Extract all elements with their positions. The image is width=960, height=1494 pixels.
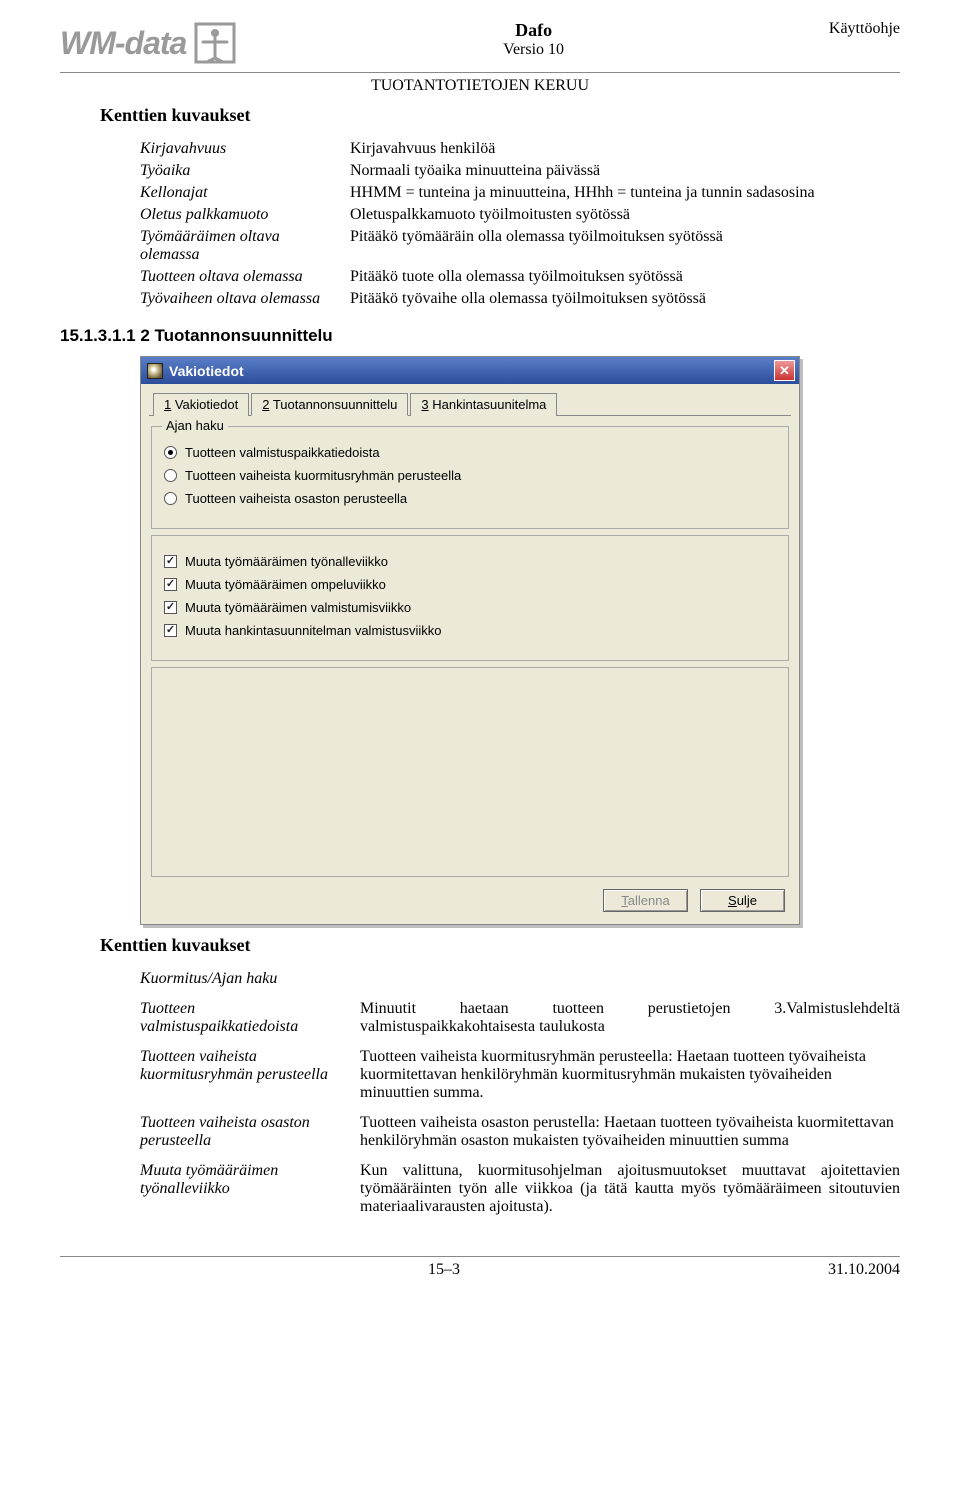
- defs1-desc-2: HHMM = tunteina ja minuutteina, HHhh = t…: [350, 184, 900, 202]
- checkbox-1[interactable]: [164, 578, 177, 591]
- tab-0-label: Vakiotiedot: [171, 397, 238, 412]
- defs2-term-2: Tuotteen vaiheista osaston perusteella: [140, 1114, 350, 1150]
- close-button[interactable]: ✕: [774, 360, 795, 381]
- check-row-2[interactable]: Muuta työmääräimen valmistumisviikko: [164, 600, 776, 615]
- doc-version: Versio 10: [503, 41, 564, 59]
- radio-row-1[interactable]: Tuotteen vaiheista kuormitusryhmän perus…: [164, 468, 776, 483]
- defs2-term-0: Tuotteen valmistuspaikkatiedoista: [140, 1000, 350, 1036]
- footer-center: 15–3: [428, 1261, 460, 1279]
- defs1-term-0: Kirjavahvuus: [140, 140, 340, 158]
- section-heading-2: Kenttien kuvaukset: [100, 935, 900, 956]
- close-mnemonic: S: [728, 893, 737, 908]
- page-footer: 15–3 31.10.2004: [60, 1256, 900, 1279]
- definitions-table-2: Kuormitus/Ajan haku Tuotteen valmistuspa…: [140, 970, 900, 1216]
- checkbox-3[interactable]: [164, 624, 177, 637]
- defs1-term-4: Työmääräimen oltava olemassa: [140, 228, 340, 264]
- radio-label-1: Tuotteen vaiheista kuormitusryhmän perus…: [185, 468, 461, 483]
- defs1-desc-0: Kirjavahvuus henkilöä: [350, 140, 900, 158]
- empty-panel: [151, 667, 789, 877]
- dialog-window: Vakiotiedot ✕ 1 Vakiotiedot2 Tuotannonsu…: [140, 356, 800, 925]
- close-label-rest: ulje: [737, 893, 757, 908]
- defs2-desc-3: Kun valittuna, kuormitusohjelman ajoitus…: [360, 1162, 900, 1216]
- button-row: Tallenna Sulje: [149, 879, 791, 914]
- tab-1[interactable]: 2 Tuotannonsuunnittelu: [251, 393, 408, 416]
- defs1-term-1: Työaika: [140, 162, 340, 180]
- logo-icon: [192, 20, 238, 66]
- close-dialog-button[interactable]: Sulje: [700, 889, 785, 912]
- defs2-term-1: Tuotteen vaiheista kuormitusryhmän perus…: [140, 1048, 350, 1102]
- radio-row-0[interactable]: Tuotteen valmistuspaikkatiedoista: [164, 445, 776, 460]
- radio-0[interactable]: [164, 446, 177, 459]
- defs1-desc-6: Pitääkö työvaihe olla olemassa työilmoit…: [350, 290, 900, 308]
- tab-1-label: Tuotannonsuunnittelu: [269, 397, 397, 412]
- checkbox-group: Muuta työmääräimen työnalleviikko Muuta t…: [151, 535, 789, 661]
- ajan-haku-group: Ajan haku Tuotteen valmistuspaikkatiedoi…: [151, 426, 789, 529]
- tab-bar: 1 Vakiotiedot2 Tuotannonsuunnittelu3 Han…: [149, 392, 791, 416]
- defs2-header: Kuormitus/Ajan haku: [140, 970, 350, 988]
- tab-2-label: Hankintasuunitelma: [429, 397, 547, 412]
- titlebar: Vakiotiedot ✕: [141, 357, 799, 384]
- group-title: Ajan haku: [162, 418, 228, 433]
- sub-header: TUOTANTOTIETOJEN KERUU: [60, 77, 900, 95]
- section-heading-1: Kenttien kuvaukset: [100, 105, 900, 126]
- defs2-desc-2: Tuotteen vaiheista osaston perustella: H…: [360, 1114, 900, 1150]
- sub-section-label: 15.1.3.1.1 2 Tuotannonsuunnittelu: [60, 326, 900, 346]
- defs1-desc-3: Oletuspalkkamuoto työilmoitusten syötöss…: [350, 206, 900, 224]
- defs1-term-3: Oletus palkkamuoto: [140, 206, 340, 224]
- defs1-term-5: Tuotteen oltava olemassa: [140, 268, 340, 286]
- checkbox-label-3: Muuta hankintasuunnitelman valmistusviik…: [185, 623, 442, 638]
- tab-2-mnemonic: 3: [421, 397, 428, 412]
- doc-title-block: Dafo Versio 10: [503, 20, 564, 59]
- header-rule: [60, 72, 900, 73]
- check-row-0[interactable]: Muuta työmääräimen työnalleviikko: [164, 554, 776, 569]
- save-button[interactable]: Tallenna: [603, 889, 688, 912]
- checkbox-label-2: Muuta työmääräimen valmistumisviikko: [185, 600, 411, 615]
- radio-row-2[interactable]: Tuotteen vaiheista osaston perusteella: [164, 491, 776, 506]
- window-icon: [147, 363, 163, 379]
- checkbox-2[interactable]: [164, 601, 177, 614]
- definitions-table-1: Kirjavahvuus Kirjavahvuus henkilöä Työaika…: [140, 140, 900, 308]
- defs2-desc-0: Minuutit haetaan tuotteen perustietojen …: [360, 1000, 900, 1036]
- radio-label-2: Tuotteen vaiheista osaston perusteella: [185, 491, 407, 506]
- check-row-1[interactable]: Muuta työmääräimen ompeluviikko: [164, 577, 776, 592]
- save-label-rest: allenna: [628, 893, 670, 908]
- footer-right: 31.10.2004: [828, 1261, 900, 1279]
- defs1-term-6: Työvaiheen oltava olemassa: [140, 290, 340, 308]
- tab-0[interactable]: 1 Vakiotiedot: [153, 393, 249, 416]
- page-header: WM-data Dafo Versio 10 Käyttöohje: [60, 20, 900, 66]
- check-row-3[interactable]: Muuta hankintasuunnitelman valmistusviik…: [164, 623, 776, 638]
- radio-2[interactable]: [164, 492, 177, 505]
- tab-2[interactable]: 3 Hankintasuunitelma: [410, 393, 557, 416]
- defs1-term-2: Kellonajat: [140, 184, 340, 202]
- defs2-desc-1: Tuotteen vaiheista kuormitusryhmän perus…: [360, 1048, 900, 1102]
- defs1-desc-4: Pitääkö työmääräin olla olemassa työilmo…: [350, 228, 900, 264]
- defs2-term-3: Muuta työmääräimen työnalleviikko: [140, 1162, 350, 1216]
- doc-title: Dafo: [503, 20, 564, 41]
- checkbox-label-1: Muuta työmääräimen ompeluviikko: [185, 577, 386, 592]
- checkbox-0[interactable]: [164, 555, 177, 568]
- close-icon: ✕: [779, 363, 790, 379]
- radio-1[interactable]: [164, 469, 177, 482]
- window-title: Vakiotiedot: [169, 363, 244, 379]
- radio-label-0: Tuotteen valmistuspaikkatiedoista: [185, 445, 380, 460]
- defs1-desc-5: Pitääkö tuote olla olemassa työilmoituks…: [350, 268, 900, 286]
- logo-text: WM-data: [60, 25, 186, 62]
- doc-type: Käyttöohje: [829, 20, 900, 38]
- logo: WM-data: [60, 20, 238, 66]
- checkbox-label-0: Muuta työmääräimen työnalleviikko: [185, 554, 388, 569]
- defs1-desc-1: Normaali työaika minuutteina päivässä: [350, 162, 900, 180]
